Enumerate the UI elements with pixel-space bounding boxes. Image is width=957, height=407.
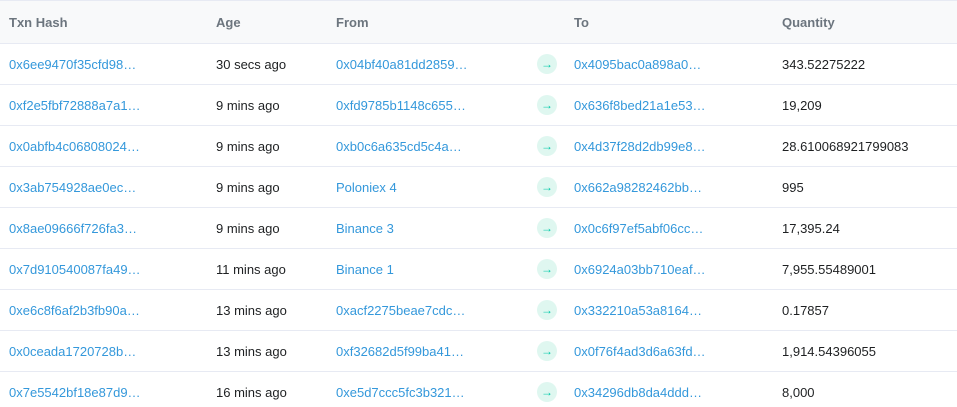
- arrow-right-icon: →: [537, 54, 557, 74]
- quantity-cell: 1,914.54396055: [773, 330, 957, 372]
- table-row: 0x3ab754928ae0ec… 9 mins ago Poloniex 4 …: [0, 166, 957, 208]
- header-row: Txn Hash Age From To Quantity: [0, 0, 957, 44]
- age-cell: 13 mins ago: [207, 330, 327, 372]
- header-quantity: Quantity: [773, 0, 957, 44]
- quantity-cell: 28.610068921799083: [773, 125, 957, 167]
- age-cell: 30 secs ago: [207, 43, 327, 85]
- header-from: From: [327, 0, 533, 44]
- from-address-link[interactable]: 0x04bf40a81dd2859…: [336, 57, 468, 72]
- quantity-cell: 995: [773, 166, 957, 208]
- table-row: 0x6ee9470f35cfd98… 30 secs ago 0x04bf40a…: [0, 43, 957, 85]
- to-address-link[interactable]: 0x4d37f28d2db99e8…: [574, 139, 706, 154]
- age-cell: 11 mins ago: [207, 248, 327, 290]
- from-address-link[interactable]: 0xf32682d5f99ba41…: [336, 344, 464, 359]
- txn-hash-link[interactable]: 0x0abfb4c06808024…: [9, 139, 140, 154]
- table-row: 0x0ceada1720728b… 13 mins ago 0xf32682d5…: [0, 330, 957, 372]
- table-row: 0xe6c8f6af2b3fb90a… 13 mins ago 0xacf227…: [0, 289, 957, 331]
- arrow-right-icon: →: [537, 95, 557, 115]
- txn-hash-link[interactable]: 0x3ab754928ae0ec…: [9, 180, 136, 195]
- to-address-link[interactable]: 0x34296db8da4ddd…: [574, 385, 702, 400]
- txn-hash-link[interactable]: 0xe6c8f6af2b3fb90a…: [9, 303, 140, 318]
- table-header: Txn Hash Age From To Quantity: [0, 0, 957, 44]
- arrow-right-icon: →: [537, 300, 557, 320]
- age-cell: 9 mins ago: [207, 125, 327, 167]
- to-address-link[interactable]: 0x332210a53a8164…: [574, 303, 702, 318]
- table-body: 0x6ee9470f35cfd98… 30 secs ago 0x04bf40a…: [0, 43, 957, 407]
- txn-hash-link[interactable]: 0x7e5542bf18e87d9…: [9, 385, 141, 400]
- txn-hash-link[interactable]: 0xf2e5fbf72888a7a1…: [9, 98, 141, 113]
- from-address-link[interactable]: Poloniex 4: [336, 180, 397, 195]
- header-to: To: [565, 0, 773, 44]
- table-row: 0xf2e5fbf72888a7a1… 9 mins ago 0xfd9785b…: [0, 84, 957, 126]
- arrow-right-icon: →: [537, 218, 557, 238]
- txn-hash-link[interactable]: 0x0ceada1720728b…: [9, 344, 136, 359]
- table-row: 0x0abfb4c06808024… 9 mins ago 0xb0c6a635…: [0, 125, 957, 167]
- from-address-link[interactable]: Binance 1: [336, 262, 394, 277]
- quantity-cell: 343.52275222: [773, 43, 957, 85]
- table-row: 0x8ae09666f726fa3… 9 mins ago Binance 3 …: [0, 207, 957, 249]
- to-address-link[interactable]: 0x0f76f4ad3d6a63fd…: [574, 344, 706, 359]
- arrow-right-icon: →: [537, 259, 557, 279]
- age-cell: 9 mins ago: [207, 207, 327, 249]
- header-direction: [533, 0, 565, 44]
- quantity-cell: 7,955.55489001: [773, 248, 957, 290]
- table-row: 0x7e5542bf18e87d9… 16 mins ago 0xe5d7ccc…: [0, 372, 957, 407]
- txn-hash-link[interactable]: 0x6ee9470f35cfd98…: [9, 57, 136, 72]
- to-address-link[interactable]: 0x636f8bed21a1e53…: [574, 98, 706, 113]
- quantity-cell: 19,209: [773, 84, 957, 126]
- age-cell: 13 mins ago: [207, 289, 327, 331]
- from-address-link[interactable]: 0xe5d7ccc5fc3b321…: [336, 385, 465, 400]
- header-age: Age: [207, 0, 327, 44]
- to-address-link[interactable]: 0x0c6f97ef5abf06cc…: [574, 221, 703, 236]
- quantity-cell: 0.17857: [773, 289, 957, 331]
- quantity-cell: 8,000: [782, 384, 815, 400]
- quantity-cell: 17,395.24: [773, 207, 957, 249]
- from-address-link[interactable]: Binance 3: [336, 221, 394, 236]
- to-address-link[interactable]: 0x662a98282462bb…: [574, 180, 702, 195]
- arrow-right-icon: →: [537, 341, 557, 361]
- arrow-right-icon: →: [537, 136, 557, 156]
- to-address-link[interactable]: 0x4095bac0a898a0…: [574, 57, 701, 72]
- age-cell: 9 mins ago: [207, 166, 327, 208]
- to-address-link[interactable]: 0x6924a03bb710eaf…: [574, 262, 706, 277]
- from-address-link[interactable]: 0xfd9785b1148c655…: [336, 98, 466, 113]
- from-address-link[interactable]: 0xb0c6a635cd5c4a…: [336, 139, 462, 154]
- txn-hash-link[interactable]: 0x7d910540087fa49…: [9, 262, 141, 277]
- from-address-link[interactable]: 0xacf2275beae7cdc…: [336, 303, 465, 318]
- transactions-table: Txn Hash Age From To Quantity 0x6ee9470f…: [0, 0, 957, 407]
- table-row: 0x7d910540087fa49… 11 mins ago Binance 1…: [0, 248, 957, 290]
- txn-hash-link[interactable]: 0x8ae09666f726fa3…: [9, 221, 137, 236]
- age-cell: 16 mins ago: [216, 384, 287, 400]
- age-cell: 9 mins ago: [207, 84, 327, 126]
- arrow-right-icon: →: [537, 382, 557, 402]
- header-txn-hash: Txn Hash: [0, 0, 207, 44]
- arrow-right-icon: →: [537, 177, 557, 197]
